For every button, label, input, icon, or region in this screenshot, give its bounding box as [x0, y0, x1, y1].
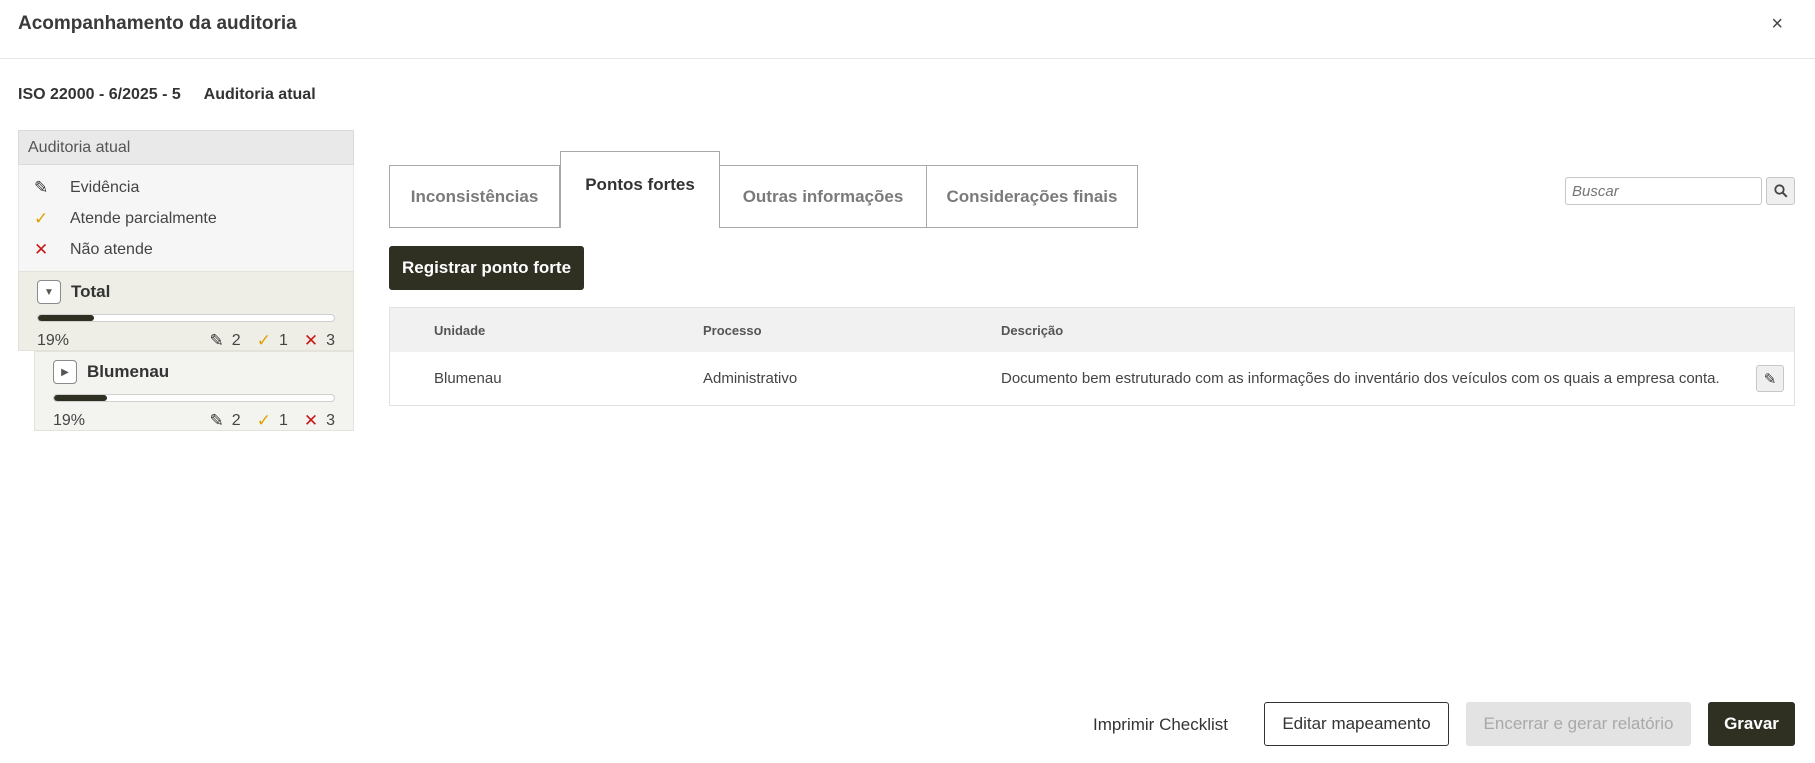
check-icon: ✓: [34, 208, 49, 228]
node-label: Total: [71, 282, 111, 301]
progress-fill: [54, 395, 108, 401]
table-header: Unidade Processo Descrição: [390, 308, 1794, 352]
progress-fill: [38, 315, 95, 321]
fail-count: 3: [326, 412, 335, 429]
strengths-table: Unidade Processo Descrição Blumenau Admi…: [389, 307, 1795, 406]
save-button[interactable]: Gravar: [1708, 702, 1795, 746]
table-row[interactable]: Blumenau Administrativo Documento bem es…: [390, 352, 1794, 405]
check-icon: ✓: [256, 331, 271, 350]
legend-item-evidence: ✎ Evidência: [19, 172, 353, 203]
progress-percent: 19%: [53, 412, 86, 429]
audit-info: ISO 22000 - 6/2025 - 5 Auditoria atual: [18, 86, 335, 104]
tree-node-blumenau[interactable]: ▶ Blumenau 19% ✎ 2 ✓ 1 ✕ 3: [34, 351, 354, 431]
progress-bar: [53, 394, 335, 402]
legend: ✎ Evidência ✓ Atende parcialmente ✕ Não …: [18, 165, 354, 271]
legend-item-fail: ✕ Não atende: [19, 234, 353, 265]
tab-consideracoes-finais[interactable]: Considerações finais: [926, 165, 1138, 228]
expand-toggle-icon[interactable]: ▶: [53, 360, 77, 384]
x-icon: ✕: [303, 411, 319, 430]
legend-label: Atende parcialmente: [70, 209, 217, 227]
cell-unidade: Blumenau: [434, 370, 502, 387]
audit-tree-panel: Auditoria atual ✎ Evidência ✓ Atende par…: [18, 130, 354, 431]
pencil-icon: ✎: [209, 331, 224, 350]
modal-title: Acompanhamento da auditoria: [18, 13, 297, 34]
x-icon: ✕: [34, 239, 49, 259]
node-label: Blumenau: [87, 362, 170, 381]
evidence-count: 2: [231, 332, 241, 349]
collapse-toggle-icon[interactable]: ▼: [37, 280, 61, 304]
partial-count: 1: [278, 412, 288, 429]
search-icon: [1773, 184, 1788, 198]
panel-heading: Auditoria atual: [18, 130, 354, 165]
print-checklist-link[interactable]: Imprimir Checklist: [1088, 703, 1233, 747]
tab-outras-informacoes[interactable]: Outras informações: [719, 165, 927, 228]
evidence-count: 2: [231, 412, 241, 429]
pencil-icon: ✎: [34, 177, 49, 197]
pencil-icon: ✎: [1763, 370, 1777, 388]
legend-label: Não atende: [70, 240, 153, 258]
modal-header: Acompanhamento da auditoria ×: [0, 0, 1815, 59]
register-strength-button[interactable]: Registrar ponto forte: [389, 246, 584, 290]
tab-inconsistencias[interactable]: Inconsistências: [389, 165, 560, 228]
close-icon[interactable]: ×: [1771, 12, 1783, 36]
legend-item-partial: ✓ Atende parcialmente: [19, 203, 353, 234]
cell-descricao: Documento bem estruturado com as informa…: [1001, 370, 1720, 387]
search-input[interactable]: [1565, 177, 1762, 205]
audit-label: Auditoria atual: [203, 86, 316, 103]
partial-count: 1: [278, 332, 288, 349]
x-icon: ✕: [303, 331, 319, 350]
edit-row-button[interactable]: ✎: [1756, 365, 1784, 392]
fail-count: 3: [326, 332, 335, 349]
legend-label: Evidência: [70, 178, 140, 196]
tree-node-total[interactable]: ▼ Total 19% ✎ 2 ✓ 1 ✕ 3: [18, 271, 354, 351]
column-header[interactable]: Descrição: [1001, 323, 1063, 338]
close-and-report-button: Encerrar e gerar relatório: [1466, 702, 1691, 746]
cell-processo: Administrativo: [703, 370, 798, 387]
tab-pontos-fortes[interactable]: Pontos fortes: [560, 151, 720, 228]
column-header[interactable]: Unidade: [434, 323, 485, 338]
progress-bar: [37, 314, 335, 322]
pencil-icon: ✎: [209, 411, 224, 430]
column-header[interactable]: Processo: [703, 323, 762, 338]
audit-code: ISO 22000 - 6/2025 - 5: [18, 86, 181, 103]
edit-mapping-button[interactable]: Editar mapeamento: [1264, 702, 1449, 746]
search-button[interactable]: [1766, 177, 1795, 205]
progress-percent: 19%: [37, 332, 70, 349]
check-icon: ✓: [256, 411, 271, 430]
